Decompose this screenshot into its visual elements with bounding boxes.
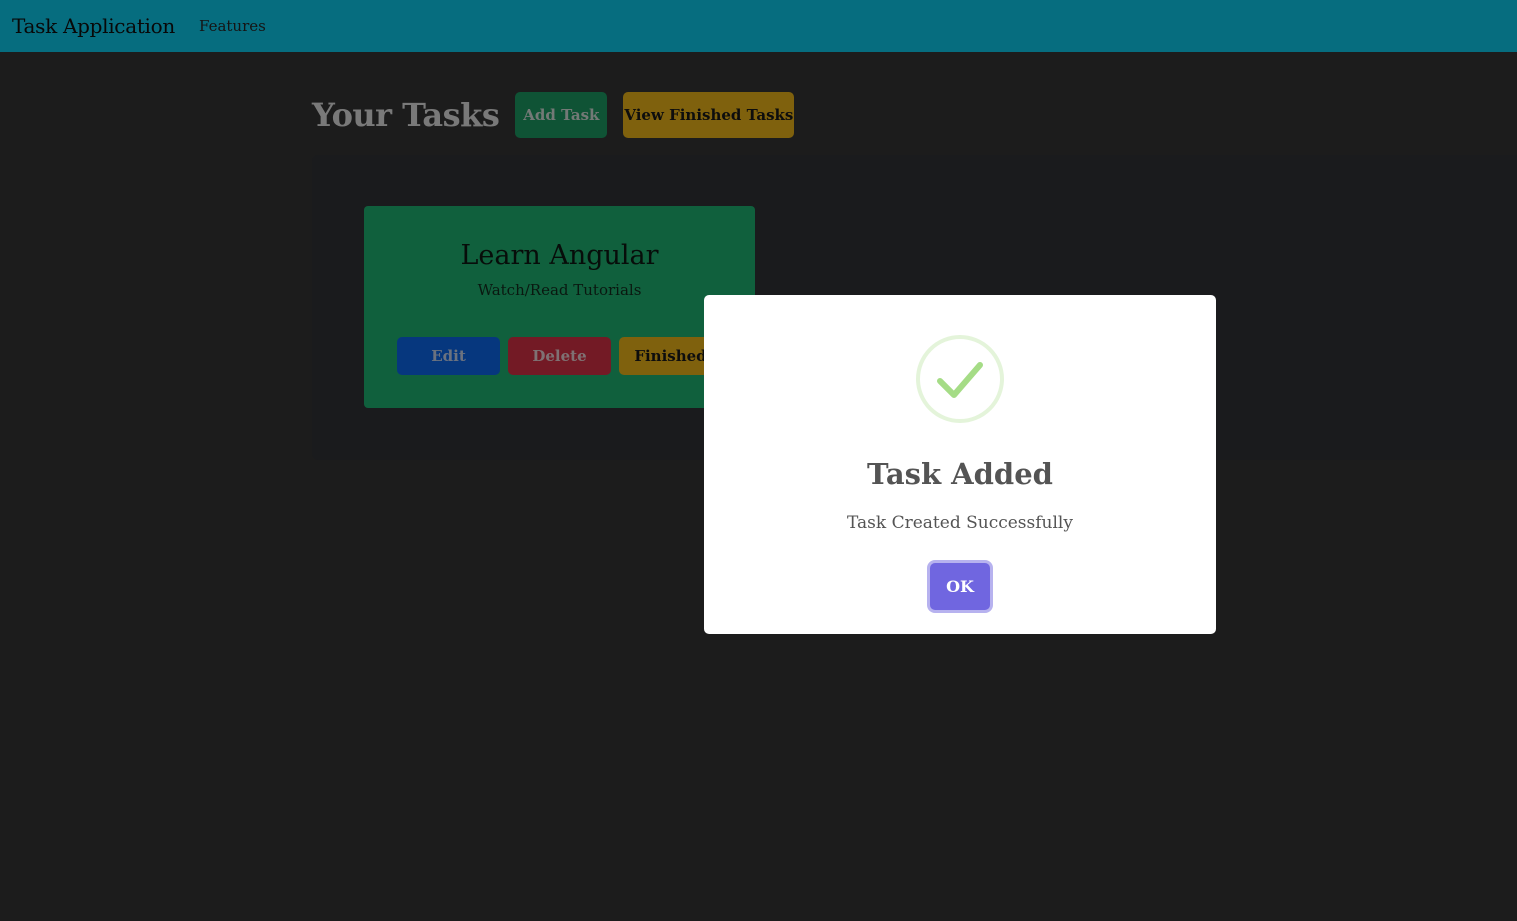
check-icon: [916, 335, 1004, 423]
dialog-message: Task Created Successfully: [847, 513, 1073, 533]
success-dialog: Task Added Task Created Successfully OK: [704, 295, 1216, 634]
ok-button[interactable]: OK: [930, 563, 990, 610]
dialog-title: Task Added: [867, 457, 1053, 491]
